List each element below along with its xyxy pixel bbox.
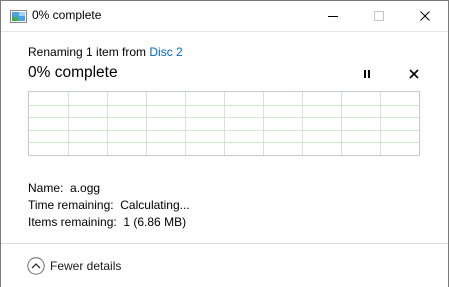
time-remaining-value: Calculating... [120,198,190,212]
time-remaining-label: Time remaining: [28,198,114,212]
items-remaining-value: 1 (6.86 MB) [123,215,187,229]
pause-icon [364,70,370,78]
chevron-up-circle-icon [27,257,45,275]
fewer-details-label: Fewer details [50,259,122,273]
items-remaining-label: Items remaining: [28,215,117,229]
maximize-icon [374,11,384,21]
speed-graph-grid [29,92,419,155]
detail-items-remaining: Items remaining: 1 (6.86 MB) [28,215,186,229]
maximize-button[interactable] [356,1,402,31]
progress-panel: Renaming 1 item from Disc 2 0% complete … [1,32,448,238]
close-icon [420,11,430,21]
file-operation-dialog: 0% complete Renaming 1 item from Disc 2 … [0,0,449,287]
source-location-link[interactable]: Disc 2 [149,45,182,59]
detail-name: Name: a.ogg [28,181,100,195]
pause-button[interactable] [359,66,375,82]
name-value: a.ogg [70,181,101,195]
dialog-footer: Fewer details [1,243,448,287]
speed-graph [28,91,420,156]
renaming-text: Renaming 1 item from [28,45,150,59]
cancel-button[interactable] [406,66,422,82]
cancel-icon [409,69,419,79]
window-title: 0% complete [32,8,102,22]
minimize-button[interactable] [310,1,356,31]
percent-complete-heading: 0% complete [28,64,118,81]
operation-summary: Renaming 1 item from Disc 2 [28,45,183,59]
fewer-details-button[interactable]: Fewer details [27,256,121,276]
detail-time-remaining: Time remaining: Calculating... [28,198,190,212]
name-label: Name: [28,181,64,195]
minimize-icon [328,16,338,17]
rename-progress-icon [10,10,27,23]
title-bar[interactable]: 0% complete [1,1,448,32]
close-button[interactable] [402,1,448,31]
